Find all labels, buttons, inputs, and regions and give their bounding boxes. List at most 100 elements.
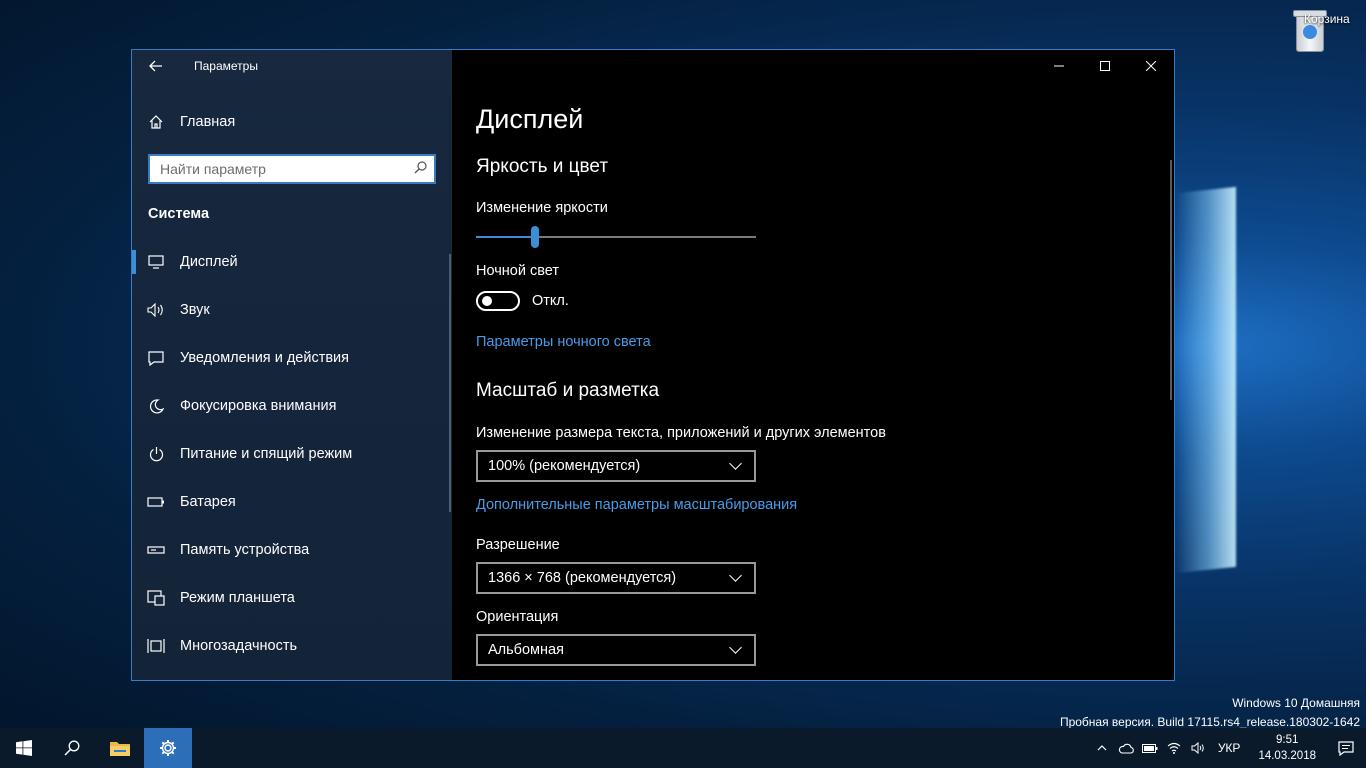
settings-window: Параметры Главная Система Дисплей <box>131 49 1175 681</box>
minimize-button[interactable] <box>1036 50 1082 82</box>
cloud-icon <box>1118 743 1134 754</box>
recycle-bin-shortcut[interactable]: Корзина <box>1280 6 1350 80</box>
sidebar-item-home[interactable]: Главная <box>132 106 452 138</box>
resolution-dropdown-value: 1366 × 768 (рекомендуется) <box>488 570 677 586</box>
action-center-button[interactable] <box>1326 728 1366 768</box>
maximize-button[interactable] <box>1082 50 1128 82</box>
sidebar-nav: Дисплей Звук Уведомления и действия Фоку… <box>132 238 452 670</box>
minimize-icon <box>1054 65 1064 67</box>
sidebar-item-display[interactable]: Дисплей <box>132 238 452 286</box>
chevron-down-icon <box>729 457 742 470</box>
close-icon <box>1146 61 1156 71</box>
night-light-settings-link[interactable]: Параметры ночного света <box>476 334 651 350</box>
night-light-state: Откл. <box>532 293 569 309</box>
sidebar: Параметры Главная Система Дисплей <box>132 50 452 680</box>
sidebar-item-tablet[interactable]: Режим планшета <box>132 574 452 622</box>
sidebar-item-label: Дисплей <box>180 254 238 270</box>
maximize-icon <box>1100 61 1110 71</box>
tablet-icon <box>132 590 180 606</box>
message-icon <box>132 350 180 366</box>
speaker-icon <box>1191 742 1204 754</box>
settings-taskbar-button[interactable] <box>144 728 192 768</box>
windows-watermark: Windows 10 Домашняя Пробная версия. Buil… <box>1060 694 1360 732</box>
scale-dropdown[interactable]: 100% (рекомендуется) <box>476 450 756 482</box>
battery-icon <box>132 497 180 507</box>
sidebar-item-multitasking[interactable]: Многозадачность <box>132 622 452 670</box>
active-indicator <box>132 250 136 274</box>
sidebar-item-label: Батарея <box>180 494 236 510</box>
sidebar-item-label: Уведомления и действия <box>180 350 349 366</box>
sidebar-item-focus[interactable]: Фокусировка внимания <box>132 382 452 430</box>
close-button[interactable] <box>1128 50 1174 82</box>
sidebar-item-storage[interactable]: Память устройства <box>132 526 452 574</box>
sidebar-item-label: Главная <box>180 114 236 130</box>
home-icon <box>132 114 180 130</box>
folder-icon <box>110 742 130 756</box>
sidebar-item-label: Память устройства <box>180 542 310 558</box>
start-button[interactable] <box>0 728 48 768</box>
battery-icon <box>1141 743 1158 753</box>
titlebar: Параметры <box>132 50 452 82</box>
monitor-icon <box>132 255 180 269</box>
night-light-toggle-row: Откл. <box>476 291 569 311</box>
scale-dropdown-value: 100% (рекомендуется) <box>488 458 641 474</box>
resolution-dropdown[interactable]: 1366 × 768 (рекомендуется) <box>476 562 756 594</box>
sidebar-item-battery[interactable]: Батарея <box>132 478 452 526</box>
sidebar-scrollbar[interactable] <box>449 254 451 512</box>
app-title: Параметры <box>194 59 258 73</box>
taskbar-search-button[interactable] <box>48 728 96 768</box>
onedrive-tray-button[interactable] <box>1114 728 1138 768</box>
system-tray: УКР 9:51 14.03.2018 <box>1090 728 1366 768</box>
night-light-label: Ночной свет <box>476 263 559 279</box>
back-button[interactable] <box>132 50 180 82</box>
slider-thumb[interactable] <box>530 226 539 248</box>
tray-overflow-button[interactable] <box>1090 728 1114 768</box>
moon-icon <box>132 398 180 414</box>
advanced-scaling-link[interactable]: Дополнительные параметры масштабирования <box>476 497 797 513</box>
sidebar-item-label: Фокусировка внимания <box>180 398 337 414</box>
windows-logo-icon <box>16 740 32 756</box>
sidebar-item-sound[interactable]: Звук <box>132 286 452 334</box>
multitask-icon <box>132 638 180 654</box>
scale-heading: Масштаб и разметка <box>476 380 660 401</box>
sidebar-item-label: Звук <box>180 302 210 318</box>
sidebar-item-label: Питание и спящий режим <box>180 446 353 462</box>
slider-fill <box>476 236 535 238</box>
night-light-toggle[interactable] <box>476 291 520 311</box>
sidebar-item-label: Режим планшета <box>180 590 295 606</box>
sidebar-item-power[interactable]: Питание и спящий режим <box>132 430 452 478</box>
toggle-knob <box>482 296 492 306</box>
file-explorer-button[interactable] <box>96 728 144 768</box>
orientation-label: Ориентация <box>476 609 559 625</box>
volume-tray-button[interactable] <box>1186 728 1210 768</box>
battery-tray-button[interactable] <box>1138 728 1162 768</box>
taskbar: УКР 9:51 14.03.2018 <box>0 728 1366 768</box>
section-heading: Система <box>148 206 210 222</box>
window-controls <box>1036 50 1174 82</box>
chevron-down-icon <box>729 641 742 654</box>
orientation-dropdown[interactable]: Альбомная <box>476 634 756 666</box>
orientation-dropdown-value: Альбомная <box>488 642 564 658</box>
chevron-up-icon <box>1097 745 1107 751</box>
clock-date: 14.03.2018 <box>1258 750 1316 762</box>
clock[interactable]: 9:51 14.03.2018 <box>1248 732 1326 764</box>
chevron-down-icon <box>729 569 742 582</box>
search-icon[interactable] <box>406 160 434 178</box>
language-indicator[interactable]: УКР <box>1210 741 1249 755</box>
brightness-heading: Яркость и цвет <box>476 156 609 177</box>
content-scrollbar[interactable] <box>1170 160 1172 400</box>
storage-icon <box>132 546 180 554</box>
watermark-edition: Windows 10 Домашняя <box>1232 696 1360 710</box>
brightness-label: Изменение яркости <box>476 200 608 216</box>
sidebar-item-notifications[interactable]: Уведомления и действия <box>132 334 452 382</box>
sidebar-item-label: Многозадачность <box>180 638 298 654</box>
resolution-label: Разрешение <box>476 537 560 553</box>
network-icon <box>1167 742 1181 754</box>
main-content: Дисплей Яркость и цвет Изменение яркости… <box>452 50 1174 680</box>
recycle-bin-label: Корзина <box>1304 12 1350 26</box>
power-icon <box>132 446 180 462</box>
brightness-slider[interactable] <box>476 226 756 248</box>
clock-time: 9:51 <box>1276 734 1299 746</box>
network-tray-button[interactable] <box>1162 728 1186 768</box>
search-input[interactable] <box>150 156 406 182</box>
